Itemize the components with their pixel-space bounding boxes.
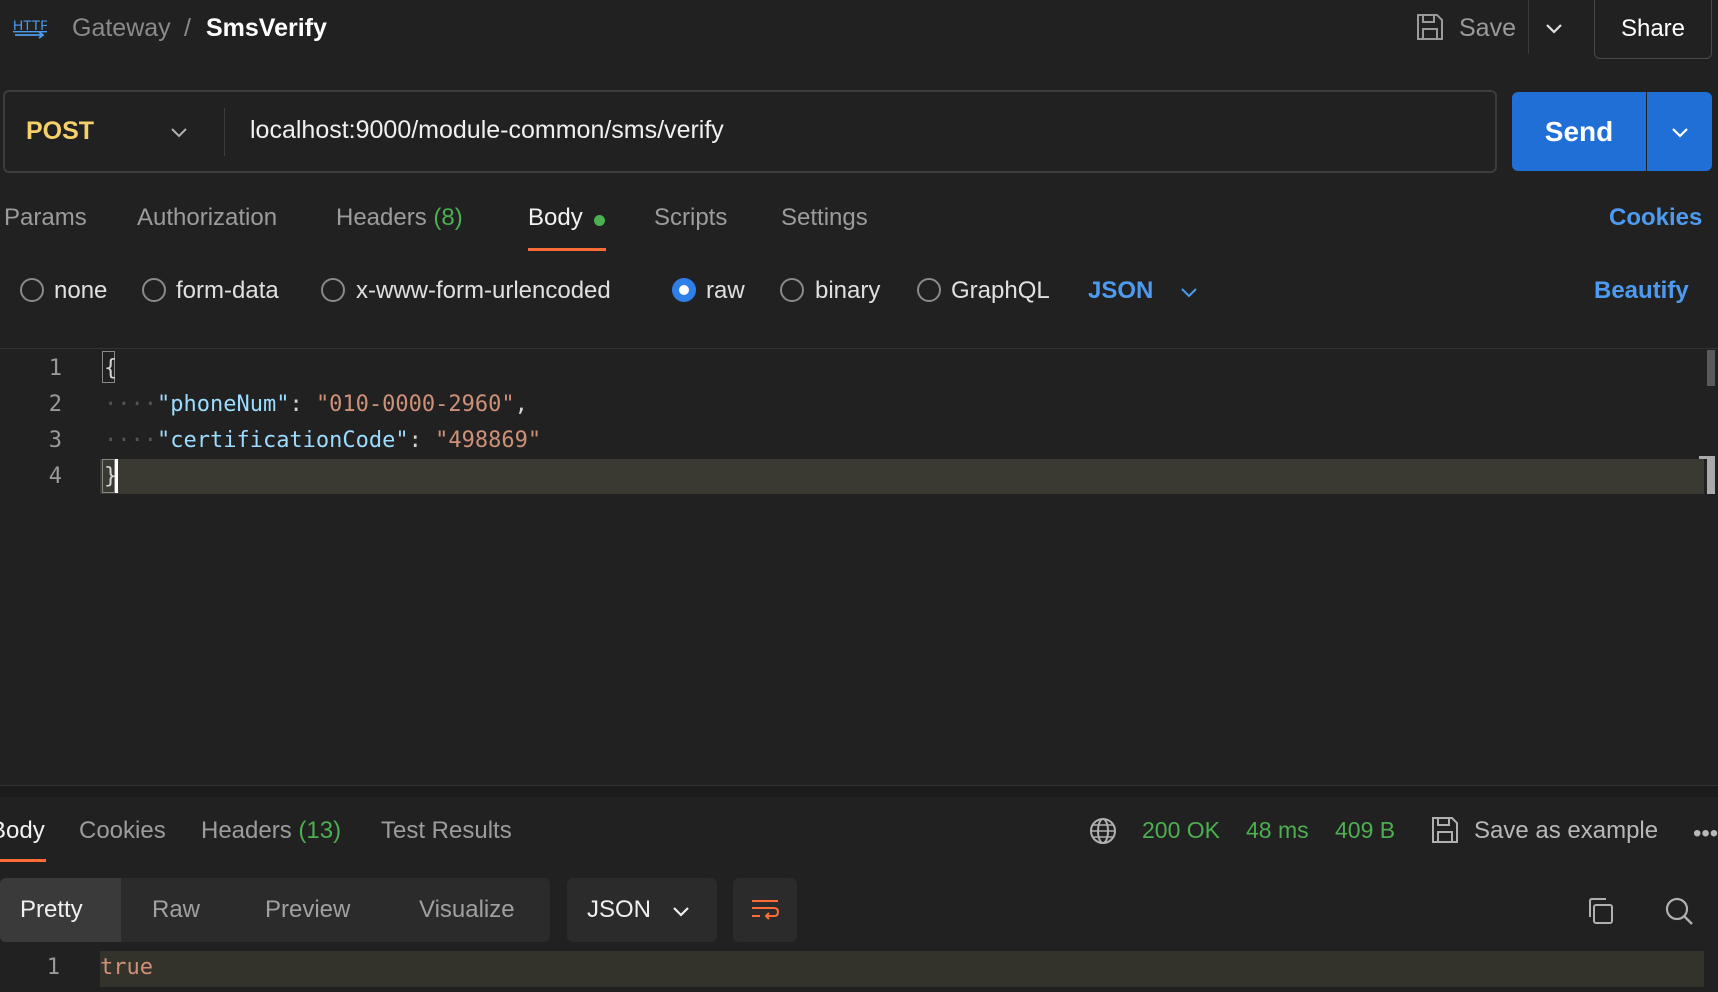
line-number: 2 xyxy=(48,392,62,417)
scroll-marker xyxy=(1707,458,1715,494)
line-number: 1 xyxy=(48,356,62,381)
response-tab-test-results[interactable]: Test Results xyxy=(381,817,512,845)
radio-form-data[interactable] xyxy=(142,278,166,302)
view-mode-preview[interactable]: Preview xyxy=(265,896,350,924)
radio-graphql-label[interactable]: GraphQL xyxy=(951,277,1050,305)
response-body-content[interactable]: true xyxy=(100,955,153,980)
cookies-link[interactable]: Cookies xyxy=(1609,204,1702,232)
save-as-example-button[interactable]: Save as example xyxy=(1474,817,1658,845)
response-tab-body[interactable]: Body xyxy=(0,817,45,845)
active-tab-underline xyxy=(528,248,606,251)
pane-resize-handle[interactable] xyxy=(0,785,1718,797)
breadcrumb-separator: / xyxy=(184,14,191,42)
http-icon: HTTP xyxy=(13,17,47,39)
response-size[interactable]: 409 B xyxy=(1335,817,1395,844)
url-divider xyxy=(224,108,225,156)
wrap-lines-icon xyxy=(752,900,780,920)
breadcrumb-parent[interactable]: Gateway xyxy=(72,14,171,43)
code-line-3: ····"certificationCode": "498869" xyxy=(104,428,542,453)
response-status[interactable]: 200 OK xyxy=(1142,817,1220,844)
json-key: "certificationCode" xyxy=(156,428,409,453)
current-line-highlight xyxy=(100,459,1704,494)
tab-headers-label: Headers xyxy=(336,204,427,231)
response-tab-headers-label: Headers xyxy=(201,817,292,844)
svg-text:HTTP: HTTP xyxy=(13,17,47,33)
response-format-label[interactable]: JSON xyxy=(587,896,651,924)
chevron-down-icon[interactable] xyxy=(1177,280,1201,304)
save-icon[interactable] xyxy=(1430,815,1460,845)
line-number: 1 xyxy=(46,955,60,980)
radio-binary-label[interactable]: binary xyxy=(815,277,880,305)
more-options-icon[interactable]: ••• xyxy=(1693,820,1718,848)
radio-raw-label[interactable]: raw xyxy=(706,277,745,305)
radio-form-data-label[interactable]: form-data xyxy=(176,277,279,305)
chevron-down-icon[interactable] xyxy=(669,899,693,923)
code-line-2: ····"phoneNum": "010-0000-2960", xyxy=(104,392,528,417)
tab-settings[interactable]: Settings xyxy=(781,204,868,232)
line-number: 4 xyxy=(48,464,62,489)
word-wrap-button[interactable] xyxy=(733,878,797,942)
view-mode-raw[interactable]: Raw xyxy=(152,896,200,924)
radio-none-label[interactable]: none xyxy=(54,277,107,305)
json-key: "phoneNum" xyxy=(156,392,290,417)
chevron-down-icon xyxy=(1671,127,1688,138)
view-mode-pretty[interactable]: Pretty xyxy=(20,896,83,924)
body-modified-dot xyxy=(594,215,605,226)
tab-headers-count: (8) xyxy=(433,204,463,231)
tab-authorization[interactable]: Authorization xyxy=(137,204,277,232)
url-bar xyxy=(3,90,1497,173)
active-tab-underline xyxy=(0,859,46,862)
response-tab-cookies[interactable]: Cookies xyxy=(79,817,166,845)
radio-none[interactable] xyxy=(20,278,44,302)
response-time[interactable]: 48 ms xyxy=(1246,817,1309,844)
beautify-button[interactable]: Beautify xyxy=(1594,277,1689,305)
json-string: "498869" xyxy=(435,428,542,453)
save-button[interactable]: Save xyxy=(1459,14,1516,43)
current-line-highlight xyxy=(100,951,1704,987)
response-headers-count: (13) xyxy=(298,817,342,844)
globe-icon[interactable] xyxy=(1088,816,1118,846)
radio-binary[interactable] xyxy=(780,278,804,302)
method-select[interactable]: POST xyxy=(26,117,94,146)
tab-body[interactable]: Body xyxy=(528,204,583,232)
send-button[interactable]: Send xyxy=(1512,92,1646,171)
url-input[interactable]: localhost:9000/module-common/sms/verify xyxy=(250,116,724,145)
editor-scrollbar[interactable] xyxy=(1707,350,1715,386)
tab-params[interactable]: Params xyxy=(4,204,87,232)
radio-urlencoded-label[interactable]: x-www-form-urlencoded xyxy=(356,277,611,305)
radio-raw[interactable] xyxy=(672,278,696,302)
save-divider xyxy=(1528,0,1529,54)
line-number: 3 xyxy=(48,428,62,453)
radio-graphql[interactable] xyxy=(917,278,941,302)
json-string: "010-0000-2960" xyxy=(315,392,515,417)
body-language-select[interactable]: JSON xyxy=(1088,277,1153,305)
text-cursor xyxy=(115,459,118,493)
radio-urlencoded[interactable] xyxy=(321,278,345,302)
breadcrumb-current[interactable]: SmsVerify xyxy=(206,14,327,43)
chevron-down-icon[interactable] xyxy=(1542,16,1566,40)
save-icon[interactable] xyxy=(1415,12,1445,42)
search-icon[interactable] xyxy=(1663,895,1695,927)
copy-icon[interactable] xyxy=(1584,895,1616,927)
view-mode-visualize[interactable]: Visualize xyxy=(419,896,515,924)
tab-scripts[interactable]: Scripts xyxy=(654,204,727,232)
response-tab-headers[interactable]: Headers (13) xyxy=(201,817,341,845)
tab-headers[interactable]: Headers (8) xyxy=(336,204,463,232)
send-dropdown-button[interactable] xyxy=(1647,92,1712,171)
chevron-down-icon[interactable] xyxy=(167,120,191,144)
share-button[interactable]: Share xyxy=(1594,0,1712,59)
code-line-1: { xyxy=(104,356,118,381)
